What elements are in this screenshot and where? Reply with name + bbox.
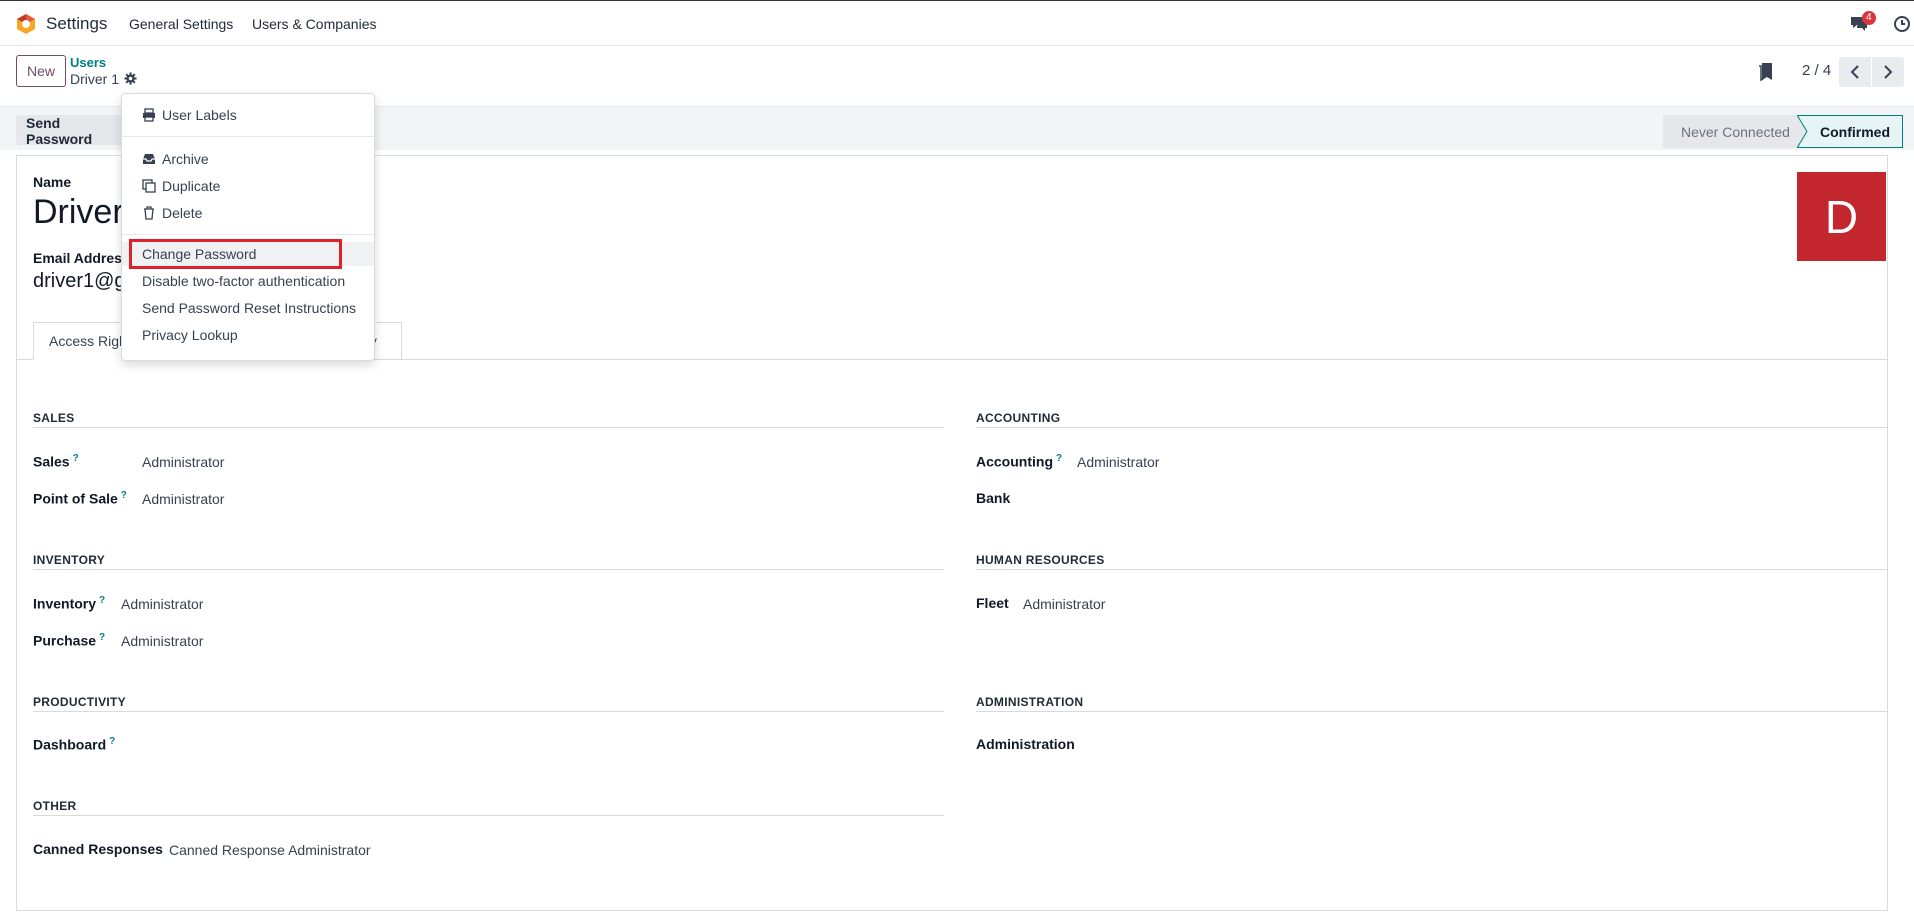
- field-value-canned-responses[interactable]: Canned Response Administrator: [169, 842, 371, 858]
- field-value-inventory[interactable]: Administrator: [121, 596, 203, 612]
- label-text: Purchase: [33, 632, 97, 649]
- top-navbar: Settings General Settings Users & Compan…: [0, 0, 1914, 46]
- help-icon[interactable]: ?: [99, 632, 105, 643]
- field-label-bank: Bank: [976, 490, 1011, 506]
- menu-general-settings[interactable]: General Settings: [129, 16, 233, 32]
- label-text: Dashboard: [33, 736, 107, 753]
- inbox-icon: [143, 154, 155, 164]
- field-label-canned-responses: Canned Responses: [33, 841, 163, 857]
- help-icon[interactable]: ?: [73, 453, 79, 464]
- breadcrumb-current: Driver 1: [70, 71, 120, 87]
- section-title-human-resources: HUMAN RESOURCES: [976, 553, 1105, 567]
- field-label-fleet: Fleet: [976, 595, 1009, 611]
- help-icon[interactable]: ?: [121, 490, 127, 501]
- section-title-other: OTHER: [33, 799, 77, 813]
- field-value-accounting[interactable]: Administrator: [1077, 454, 1159, 470]
- section-divider: [976, 427, 1887, 428]
- pager-value[interactable]: 2 / 4: [1802, 62, 1831, 79]
- chevron-right-icon: [1884, 65, 1893, 79]
- section-divider: [33, 427, 944, 428]
- new-button[interactable]: New: [16, 55, 66, 87]
- section-divider: [33, 815, 944, 816]
- menu-item-duplicate[interactable]: Duplicate: [122, 174, 374, 198]
- menu-divider: [122, 136, 374, 137]
- label-text: Point of Sale: [33, 490, 118, 507]
- trash-icon: [144, 206, 154, 220]
- activity-clock-icon[interactable]: [1893, 15, 1911, 33]
- pager-previous-button[interactable]: [1839, 57, 1871, 87]
- help-icon[interactable]: ?: [1056, 453, 1062, 464]
- label-text: Sales: [33, 453, 70, 470]
- field-label-administration: Administration: [976, 736, 1075, 752]
- menu-item-label: Archive: [162, 151, 209, 167]
- print-icon: [143, 108, 155, 122]
- section-title-sales: SALES: [33, 411, 75, 425]
- help-icon[interactable]: ?: [109, 736, 115, 747]
- label-text: Accounting: [976, 453, 1053, 470]
- menu-item-archive[interactable]: Archive: [122, 147, 374, 171]
- field-label-accounting: Accounting?: [976, 453, 1062, 470]
- field-label-point-of-sale: Point of Sale?: [33, 490, 127, 507]
- menu-item-label: Privacy Lookup: [142, 327, 238, 343]
- stage-label: Never Connected: [1681, 123, 1790, 140]
- pager-next-button[interactable]: [1872, 57, 1904, 87]
- section-divider: [33, 711, 944, 712]
- menu-divider: [122, 234, 374, 235]
- breadcrumb-users[interactable]: Users: [70, 55, 106, 70]
- menu-item-label: Disable two-factor authentication: [142, 273, 346, 289]
- chat-badge: 4: [1862, 11, 1876, 25]
- help-icon[interactable]: ?: [99, 595, 105, 606]
- section-divider: [33, 569, 944, 570]
- menu-users-companies[interactable]: Users & Companies: [252, 16, 377, 32]
- highlight-box: [129, 239, 342, 269]
- stage-arrow: [1797, 115, 1808, 148]
- section-title-accounting: ACCOUNTING: [976, 411, 1061, 425]
- section-title-administration: ADMINISTRATION: [976, 695, 1084, 709]
- field-value-fleet[interactable]: Administrator: [1023, 596, 1105, 612]
- menu-item-delete[interactable]: Delete: [122, 201, 374, 225]
- email-label: Email Address: [33, 250, 130, 266]
- field-label-purchase: Purchase?: [33, 632, 105, 649]
- section-divider: [976, 711, 1887, 712]
- section-divider: [976, 569, 1887, 570]
- odoo-app-icon[interactable]: [15, 13, 37, 35]
- field-label-sales: Sales?: [33, 453, 79, 470]
- section-title-productivity: PRODUCTIVITY: [33, 695, 126, 709]
- bookmark-icon[interactable]: [1758, 62, 1774, 82]
- menu-item-label: Delete: [162, 205, 203, 221]
- field-label-dashboard: Dashboard?: [33, 736, 115, 753]
- avatar-letter: D: [1824, 190, 1859, 243]
- field-value-purchase[interactable]: Administrator: [121, 633, 203, 649]
- stage-never-connected[interactable]: Never Connected: [1663, 115, 1800, 148]
- gear-icon[interactable]: [124, 72, 137, 85]
- name-label: Name: [33, 174, 72, 190]
- menu-item-user-labels[interactable]: User Labels: [122, 103, 374, 127]
- menu-item-label: Send Password Reset Instructions: [142, 300, 356, 316]
- menu-item-send-password-reset[interactable]: Send Password Reset Instructions: [122, 296, 374, 320]
- avatar[interactable]: D: [1797, 172, 1886, 261]
- menu-item-label: Duplicate: [162, 178, 221, 194]
- app-name[interactable]: Settings: [46, 14, 107, 34]
- chevron-left-icon: [1850, 65, 1859, 79]
- menu-item-privacy-lookup[interactable]: Privacy Lookup: [122, 323, 374, 347]
- menu-item-label: User Labels: [162, 107, 237, 123]
- stage-label: Confirmed: [1820, 123, 1890, 140]
- copy-icon: [142, 179, 156, 193]
- send-password-reset-button[interactable]: Send Password Reset Instructions: [16, 115, 126, 145]
- section-title-inventory: INVENTORY: [33, 553, 106, 567]
- label-text: Inventory: [33, 595, 97, 612]
- menu-item-disable-2fa[interactable]: Disable two-factor authentication: [122, 269, 374, 293]
- field-label-inventory: Inventory?: [33, 595, 105, 612]
- field-value-sales[interactable]: Administrator: [142, 454, 224, 470]
- field-value-point-of-sale[interactable]: Administrator: [142, 491, 224, 507]
- gear-dropdown-menu: User Labels Archive Duplicate Delete Cha…: [121, 93, 375, 361]
